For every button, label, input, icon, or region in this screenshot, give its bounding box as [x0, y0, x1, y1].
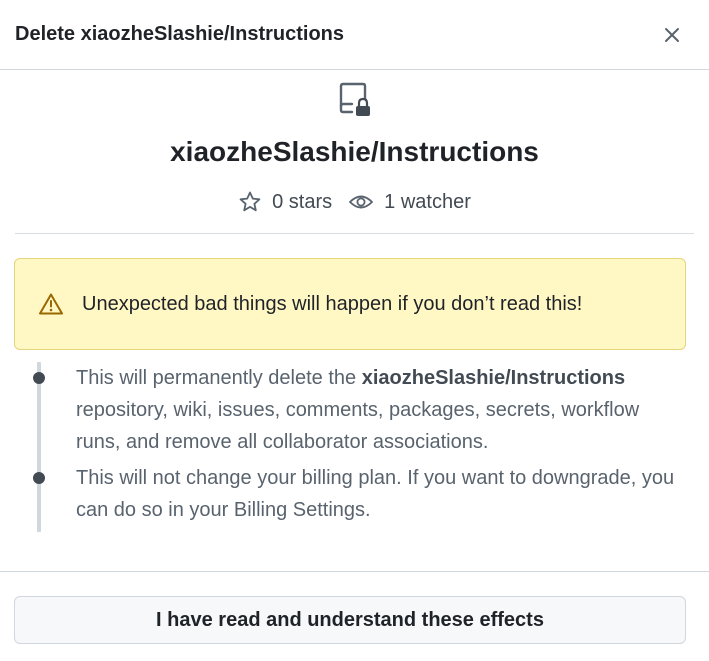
- stars-stat: 0 stars: [238, 190, 332, 214]
- effect-item-delete: This will permanently delete the xiaozhe…: [24, 362, 686, 458]
- effects-list: This will permanently delete the xiaozhe…: [24, 362, 686, 532]
- watchers-label: 1 watcher: [384, 190, 471, 213]
- alert-icon: [39, 293, 63, 315]
- effect-item-billing: This will not change your billing plan. …: [24, 462, 686, 526]
- effect-text-start: This will permanently delete the: [76, 367, 362, 389]
- star-icon: [239, 191, 261, 212]
- close-button[interactable]: [659, 22, 685, 48]
- repo-name: xiaozheSlashie/Instructions: [170, 136, 539, 167]
- section-divider: [15, 233, 694, 234]
- effect-text: This will not change your billing plan. …: [76, 467, 675, 521]
- effect-bullet: [33, 472, 45, 484]
- confirm-effects-button[interactable]: I have read and understand these effects: [14, 596, 686, 644]
- dialog-title: Delete xiaozheSlashie/Instructions: [15, 23, 344, 45]
- effect-text-end: repository, wiki, issues, comments, pack…: [76, 399, 640, 453]
- effect-bullet: [33, 372, 45, 384]
- x-icon: [665, 27, 679, 42]
- repo-summary: xiaozheSlashie/Instructions 0 stars 1 wa…: [0, 70, 709, 214]
- warning-text: Unexpected bad things will happen if you…: [82, 292, 583, 315]
- delete-repo-dialog: Delete xiaozheSlashie/Instructions xiaoz…: [0, 0, 709, 661]
- warning-banner: Unexpected bad things will happen if you…: [14, 258, 686, 350]
- stars-label: 0 stars: [272, 190, 333, 213]
- repo-stats: 0 stars 1 watcher: [0, 190, 709, 214]
- dialog-header: Delete xiaozheSlashie/Instructions: [0, 0, 709, 70]
- watchers-stat: 1 watcher: [348, 190, 471, 214]
- eye-icon: [349, 195, 374, 209]
- footer-divider: [0, 571, 709, 572]
- effect-repo-name: xiaozheSlashie/Instructions: [361, 367, 626, 389]
- repo-locked-icon: [337, 82, 373, 118]
